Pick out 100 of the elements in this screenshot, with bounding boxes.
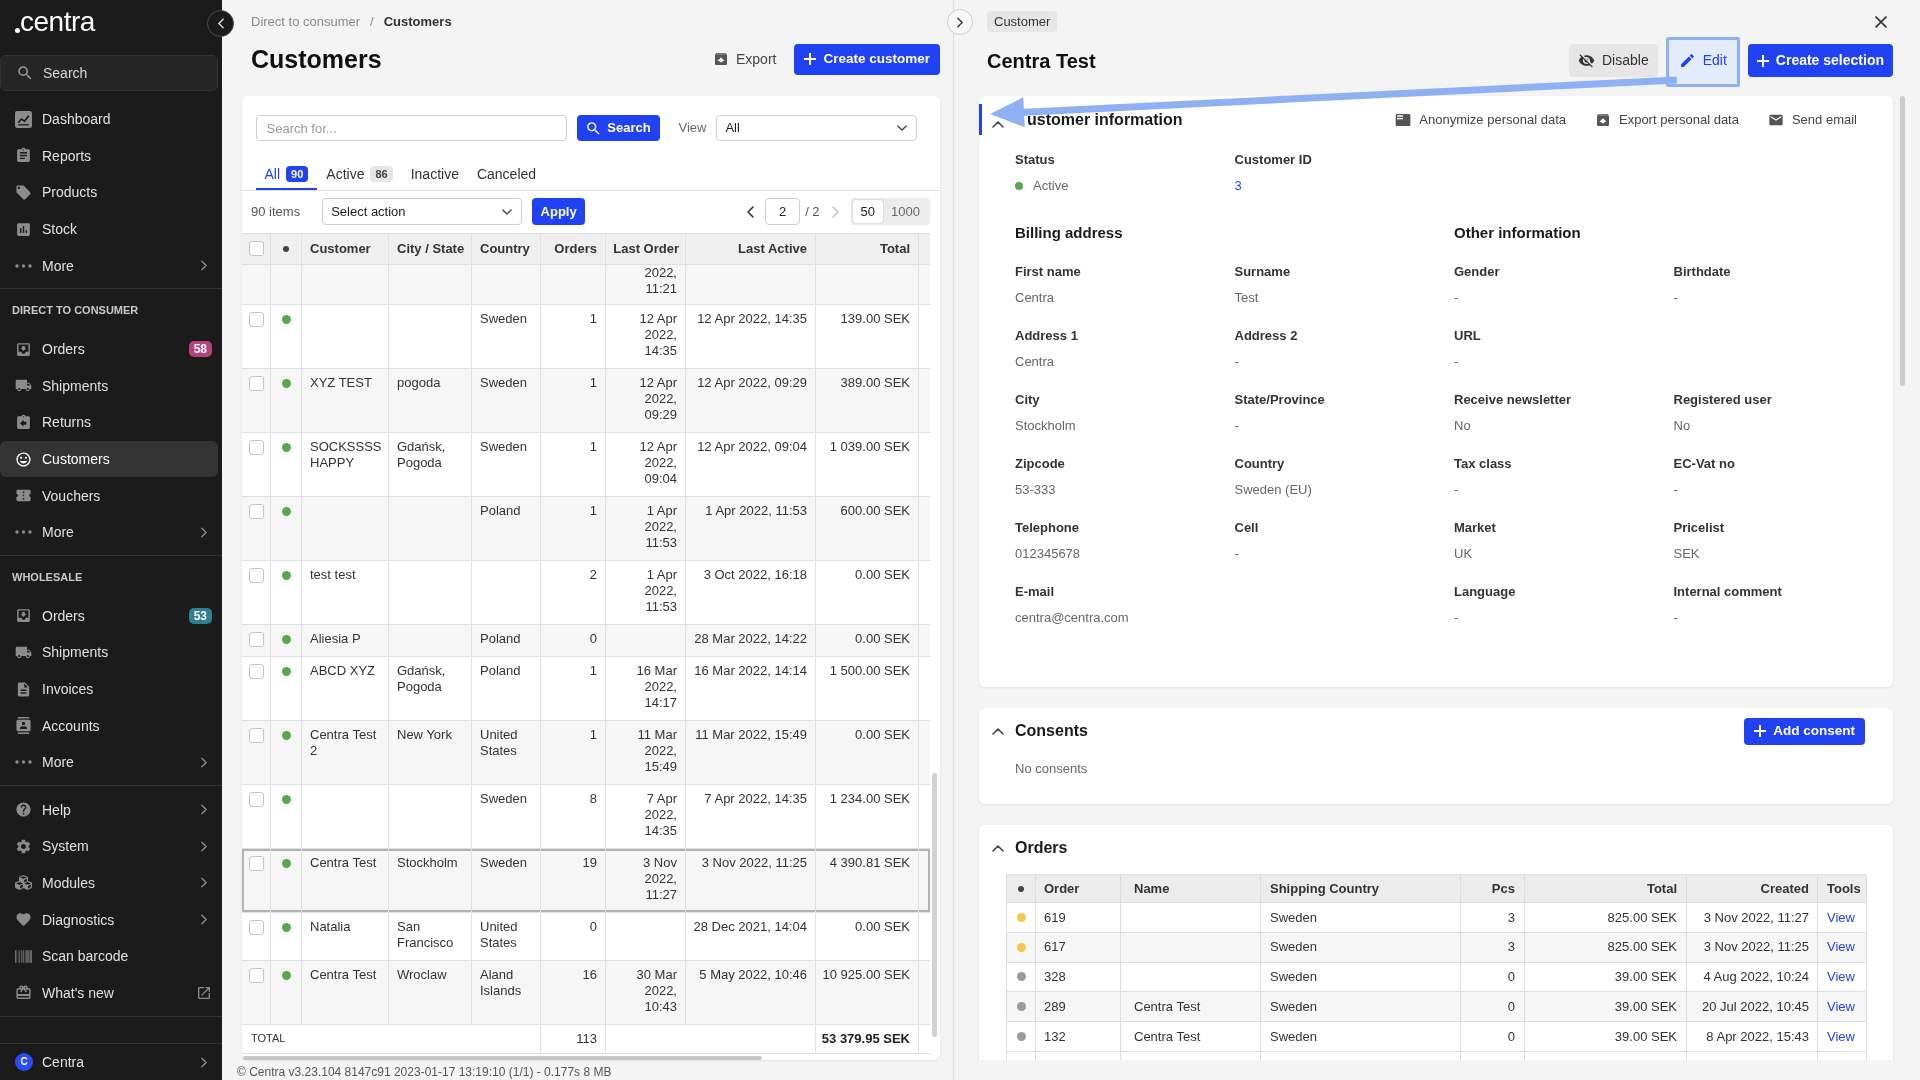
nav-item[interactable]: What's new (0, 974, 218, 1012)
table-row[interactable]: Sweden 8 7 Apr 2022, 14:35 7 Apr 2022, 14:35 1 234.00 SEK (242, 784, 930, 849)
nav-item[interactable]: Accounts (0, 707, 218, 744)
column-header[interactable]: Order (1036, 875, 1121, 902)
checkbox[interactable] (248, 375, 264, 391)
table-row[interactable]: ABCD XYZ Gdańsk, Pogoda Poland 1 16 Mar 2022, 14:17 16 Mar 2022, 14:14 1 500.00 SEK (242, 656, 930, 721)
page-size-option[interactable]: 1000 (883, 200, 928, 224)
view-link[interactable]: View (1827, 997, 1855, 1017)
table-row[interactable]: 132 Centra Test Sweden 0 39.00 SEK 8 Apr 2022, 15:43 View (1007, 1022, 1866, 1052)
view-link[interactable]: View (1827, 967, 1855, 987)
action-select[interactable]: Select action (322, 198, 523, 226)
table-row[interactable]: Aliesia P Poland 0 28 Mar 2022, 14:22 0.00 SEK (242, 624, 930, 657)
apply-button[interactable]: Apply (532, 198, 586, 226)
page-field[interactable]: 2 (765, 198, 801, 226)
table-row[interactable]: Natalia San Francisco United States 0 28 Dec 2021, 14:04 0.00 SEK (242, 912, 930, 961)
column-header[interactable]: Shipping Country (1261, 875, 1461, 902)
column-header[interactable]: Total (1525, 875, 1687, 902)
nav-item[interactable]: Help (0, 791, 218, 829)
view-link[interactable]: View (1827, 907, 1855, 928)
checkbox[interactable] (248, 439, 264, 455)
column-header[interactable]: Customer (302, 233, 389, 264)
disable-button[interactable]: Disable (1569, 44, 1658, 77)
tab[interactable]: Canceled (467, 160, 546, 191)
search-field[interactable]: Search (0, 55, 218, 91)
checkbox[interactable] (248, 503, 264, 519)
edit-button[interactable]: Edit (1669, 44, 1736, 77)
table-row[interactable]: 619 Sweden 3 825.00 SEK 3 Nov 2022, 11:27 View (1007, 903, 1866, 933)
tab[interactable]: Active 86 (317, 160, 402, 191)
table-row[interactable]: 289 Centra Test Sweden 0 39.00 SEK 20 Jul 2022, 10:45 View (1007, 992, 1866, 1023)
tab[interactable]: Inactive (401, 160, 468, 191)
add-consent-button[interactable]: Add consent (1744, 717, 1865, 745)
table-row[interactable]: SOCKSSSS HAPPY Gdańsk, Pogoda Sweden 1 12 Apr 2022, 09:04 12 Apr 2022, 09:04 1 039.00 SEK (242, 432, 930, 497)
nav-item[interactable]: Returns (0, 404, 218, 441)
table-row[interactable]: Poland 1 1 Apr 2022, 11:53 1 Apr 2022, 11:53 600.00 SEK (242, 496, 930, 561)
nav-item[interactable]: Orders 58 (0, 330, 218, 368)
nav-item[interactable]: More (0, 513, 218, 551)
table-row[interactable]: 617 Sweden 3 825.00 SEK 3 Nov 2022, 11:25 View (1007, 932, 1866, 963)
nav-item[interactable]: Stock (0, 210, 218, 248)
checkbox[interactable] (248, 967, 264, 983)
nav-item[interactable]: Shipments (0, 367, 218, 405)
checkbox[interactable] (248, 663, 264, 679)
checkbox[interactable] (248, 791, 264, 807)
search-button[interactable]: Search (576, 115, 660, 141)
nav-item[interactable]: Products (0, 174, 218, 211)
checkbox[interactable] (248, 727, 264, 743)
create-button[interactable]: Create customer (794, 43, 940, 75)
nav-item[interactable]: Vouchers (0, 477, 218, 514)
scrollbar-thumb[interactable] (1900, 96, 1905, 386)
table-row[interactable]: test test 2 1 Apr 2022, 11:53 3 Oct 2022, 16:18 0.00 SEK (242, 560, 930, 625)
checkbox[interactable] (248, 241, 264, 257)
nav-item[interactable]: Modules (0, 864, 218, 902)
view-link[interactable]: View (1827, 937, 1855, 957)
chevron-up-icon[interactable] (992, 727, 1004, 735)
logo[interactable]: centra (15, 8, 95, 36)
nav-item[interactable]: More (0, 743, 218, 781)
customer-id-link[interactable]: 3 (1234, 178, 1242, 194)
section-action-button[interactable]: Export personal data (1595, 110, 1739, 130)
checkbox[interactable] (248, 855, 264, 871)
table-row[interactable]: XYZ TEST pogoda Sweden 1 12 Apr 2022, 09:29 12 Apr 2022, 09:29 389.00 SEK (242, 368, 930, 433)
nav-item[interactable]: Scan barcode (0, 937, 218, 975)
column-header[interactable]: City / State (389, 233, 472, 264)
export-button[interactable]: Export (713, 43, 777, 75)
section-action-button[interactable]: Send email (1767, 110, 1857, 130)
table-row[interactable]: Centra Test Stockholm Sweden 19 3 Nov 2022, 11:27 3 Nov 2022, 11:25 4 390.81 SEK (242, 848, 930, 913)
nav-item[interactable]: Orders 53 (0, 597, 218, 635)
column-header[interactable]: Tools (1818, 875, 1867, 902)
scrollbar-thumb[interactable] (932, 772, 937, 1037)
column-header[interactable]: Name (1121, 875, 1261, 902)
nav-item[interactable]: Diagnostics (0, 901, 218, 938)
checkbox[interactable] (248, 919, 264, 935)
column-header[interactable]: Created (1687, 875, 1818, 902)
checkbox[interactable] (248, 311, 264, 327)
scrollbar-thumb[interactable] (243, 1055, 762, 1060)
create-selection-button[interactable]: Create selection (1747, 44, 1893, 77)
page-size-option[interactable]: 50 (852, 200, 884, 224)
chevron-left-icon[interactable] (747, 205, 755, 218)
view-link[interactable]: View (1827, 1026, 1855, 1047)
column-header[interactable]: Orders (541, 233, 606, 264)
column-header[interactable]: Pcs (1461, 875, 1525, 902)
checkbox[interactable] (248, 567, 264, 583)
column-header[interactable]: Total (816, 233, 919, 264)
nav-item[interactable]: Customers (0, 440, 218, 478)
nav-item[interactable]: System (0, 828, 218, 865)
view-select[interactable]: All (716, 115, 918, 141)
table-row[interactable]: Sweden 1 12 Apr 2022, 14:35 12 Apr 2022, 14:35 139.00 SEK (242, 304, 930, 369)
checkbox[interactable] (248, 631, 264, 647)
section-action-button[interactable]: Anonymize personal data (1395, 110, 1566, 130)
account-menu[interactable]: C Centra (0, 1044, 218, 1080)
collapse-sidebar-button[interactable] (207, 10, 234, 37)
chevron-up-icon[interactable] (992, 120, 1004, 128)
nav-item[interactable]: More (0, 247, 218, 284)
close-icon[interactable] (1875, 16, 1887, 28)
table-row[interactable]: Centra Test Wroclaw Aland Islands 16 30 Mar 2022, 10:43 5 May 2022, 10:46 10 925.00 SEK (242, 960, 930, 1025)
chevron-up-icon[interactable] (992, 844, 1004, 852)
tab[interactable]: All 90 (255, 160, 318, 191)
nav-item[interactable]: Invoices (0, 670, 218, 708)
table-row[interactable]: 328 Sweden 0 39.00 SEK 4 Aug 2022, 10:24 View (1007, 962, 1866, 993)
nav-item[interactable]: Shipments (0, 634, 218, 671)
column-header[interactable]: Country (472, 233, 541, 264)
nav-item[interactable]: Reports (0, 137, 218, 175)
